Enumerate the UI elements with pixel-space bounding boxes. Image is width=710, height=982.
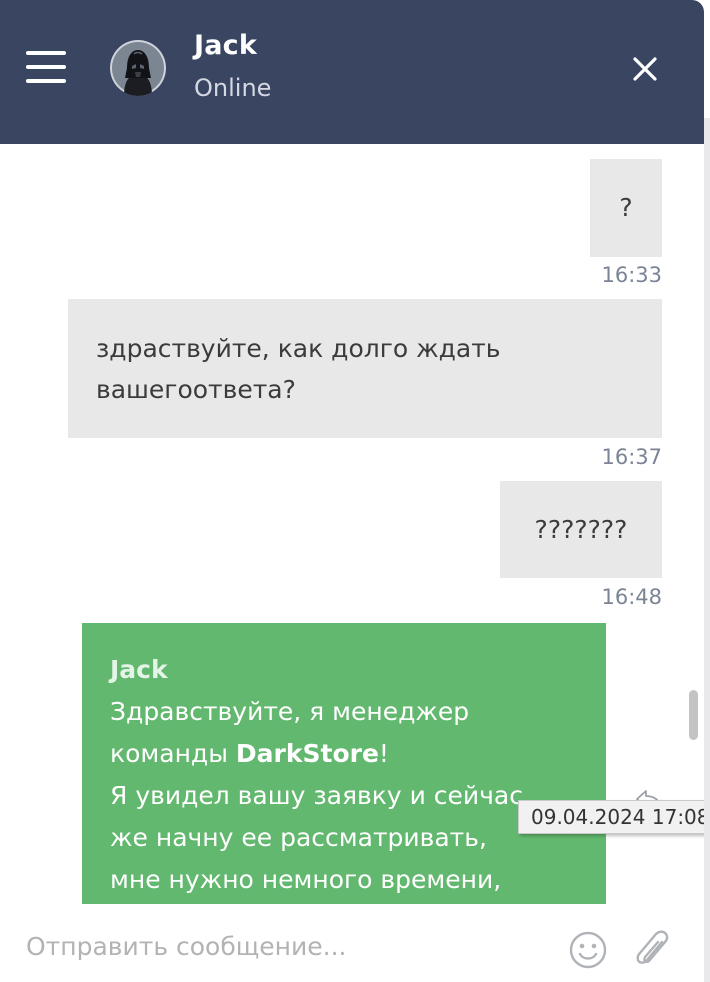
message-bubble: здраствуйте, как долго ждать вашегоответ… (68, 299, 662, 438)
message-list[interactable]: ? 16:33 здраствуйте, как долго ждать ваш… (0, 144, 704, 904)
message-text-line: вашегоответа? (96, 375, 296, 404)
message-composer (0, 904, 704, 982)
darth-vader-avatar (110, 40, 166, 96)
message-text-line: Здравствуйте, я менеджер (110, 697, 470, 726)
operator-message-bubble: Jack Здравствуйте, я менеджер команды Da… (82, 623, 606, 904)
message-text: ??????? (534, 515, 628, 544)
contact-name: Jack (194, 30, 258, 61)
timestamp-tooltip: 09.04.2024 17:08 (518, 800, 704, 834)
message-text-line: здраствуйте, как долго ждать (96, 334, 501, 363)
message-text-line: же начну ее рассматривать, (110, 823, 487, 852)
chat-header: Jack Online (0, 0, 704, 144)
hamburger-menu-icon[interactable] (26, 49, 66, 85)
message-text-fragment: команды (110, 739, 236, 768)
close-icon[interactable] (628, 52, 662, 86)
message-time: 16:33 (601, 263, 662, 287)
brand-name: DarkStore (235, 739, 379, 768)
operator-sender-name: Jack (110, 655, 168, 684)
avatar[interactable] (110, 40, 166, 96)
contact-status: Online (194, 74, 272, 102)
scrollbar-thumb[interactable] (689, 690, 698, 740)
page-edge-top (704, 0, 710, 118)
message-text-line: команды DarkStore! (110, 733, 578, 775)
page-edge (704, 0, 710, 982)
message-time: 16:48 (601, 585, 662, 609)
message-text-line: Я увидел вашу заявку и сейчас (110, 781, 523, 810)
message-time: 16:37 (601, 445, 662, 469)
chat-widget: Jack Online ? 16:33 здраствуйте, как дол… (0, 0, 704, 982)
message-bubble: ? (590, 159, 662, 257)
message-bubble: ??????? (500, 481, 662, 578)
paperclip-icon[interactable] (632, 928, 672, 972)
message-text: ? (619, 193, 633, 222)
smiley-icon[interactable] (568, 930, 608, 970)
message-input[interactable] (26, 926, 546, 966)
message-text-fragment: ! (378, 739, 389, 768)
message-text-line: мне нужно немного времени, (110, 865, 502, 894)
